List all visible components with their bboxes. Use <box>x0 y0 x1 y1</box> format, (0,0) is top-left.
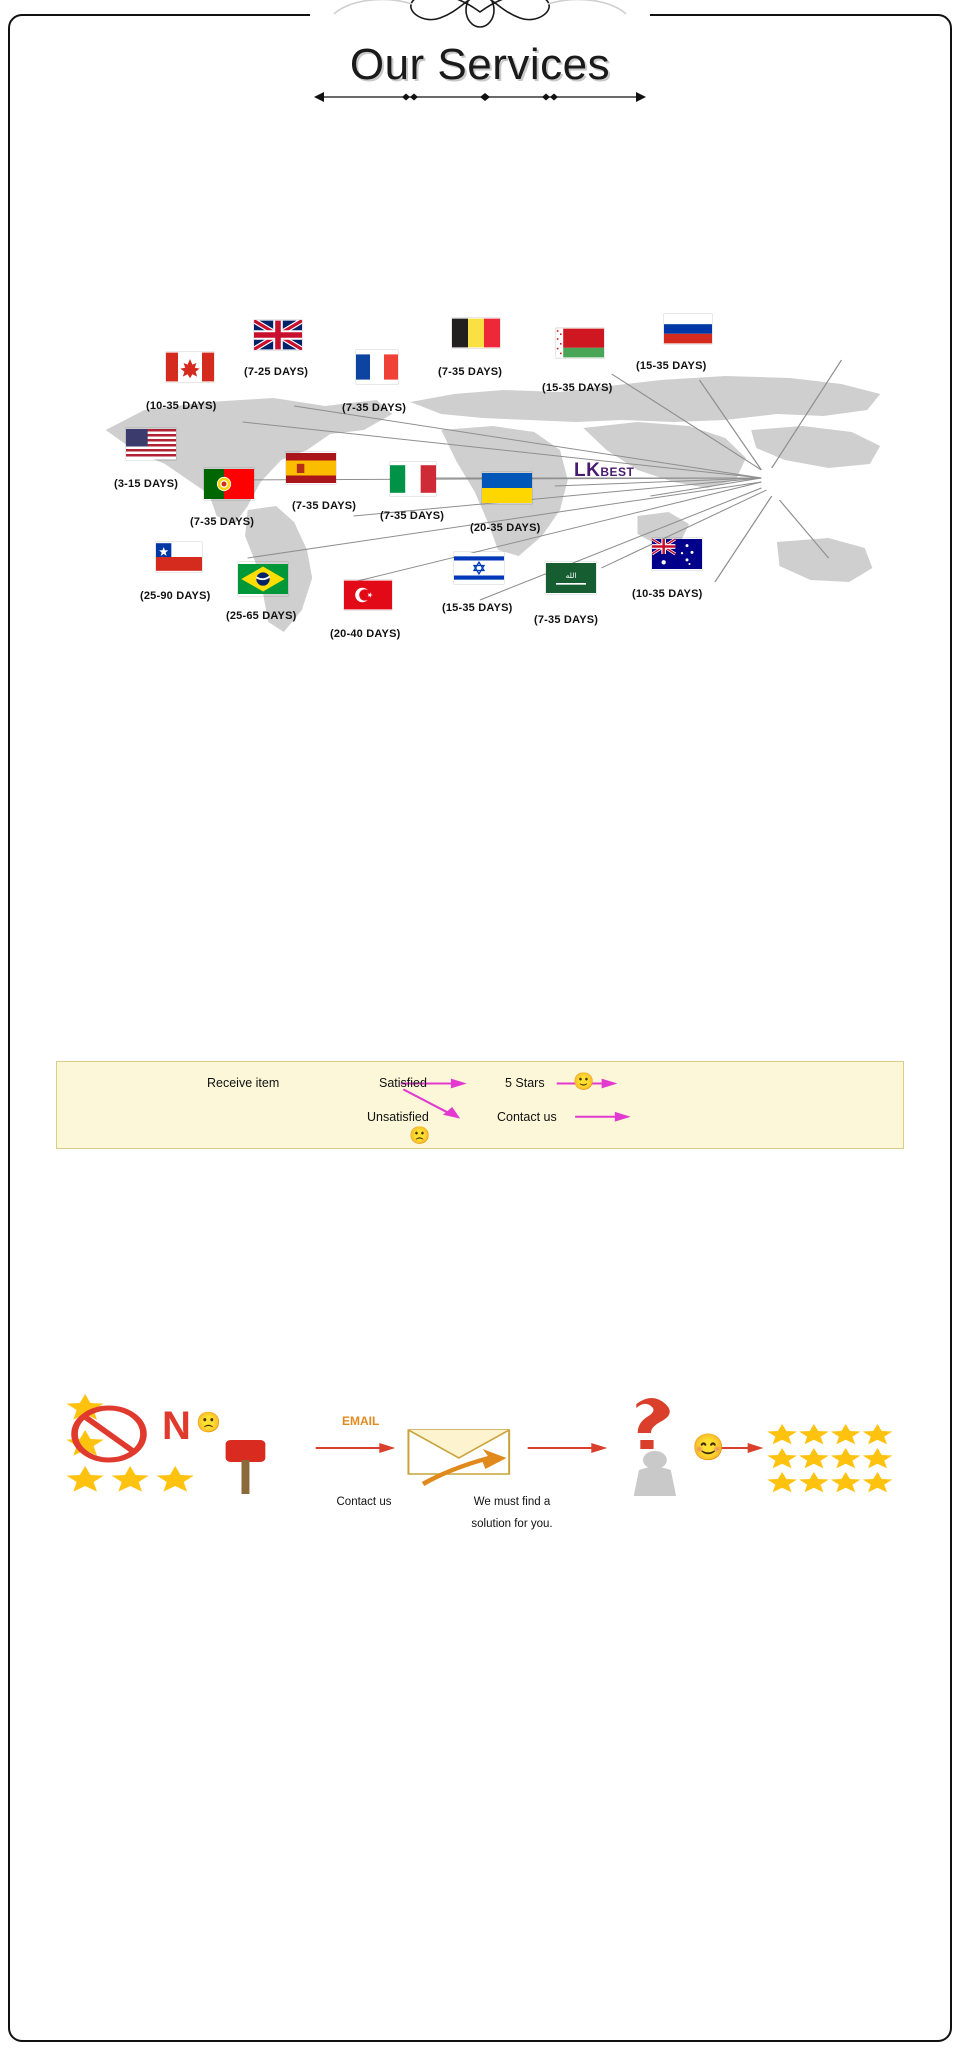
flag-brazil <box>238 562 288 596</box>
flow-contact-us: Contact us <box>497 1109 557 1124</box>
brand-logo-best: BEST <box>600 465 635 480</box>
flag-usa <box>126 428 176 460</box>
flag-belgium <box>452 318 500 348</box>
no-label: N <box>162 1404 191 1449</box>
delivery-days-brazil: (25-65 DAYS) <box>226 610 297 623</box>
brand-logo: LKBEST <box>574 460 634 482</box>
delivery-days-portugal: (7-35 DAYS) <box>190 516 255 529</box>
delivery-days-turkey: (20-40 DAYS) <box>330 628 401 641</box>
flag-ukraine <box>482 472 532 504</box>
flag-spain <box>286 452 336 484</box>
page-header: Our Services <box>0 0 960 104</box>
flag-chile <box>156 542 202 572</box>
delivery-days-australia: (10-35 DAYS) <box>632 588 703 601</box>
stop-sign-label: STOP <box>189 1443 217 1455</box>
flag-australia <box>651 537 702 570</box>
sad-face-icon: 🙁 <box>196 1412 221 1435</box>
flag-portugal <box>204 468 254 500</box>
flow-receive-item: Receive item <box>207 1075 280 1090</box>
delivery-days-saudi-arabia: (7-35 DAYS) <box>534 614 599 627</box>
unsatisfied-flow-diagram: N 🙁 STOP EMAIL Contact us We must find a… <box>56 1386 904 1536</box>
delivery-days-italy: (7-35 DAYS) <box>380 510 445 523</box>
shipping-world-map: LKBEST (7-25 DAYS) (10-35 DAYS) (7-35 DA… <box>54 310 906 668</box>
delivery-days-france: (7-35 DAYS) <box>342 402 407 415</box>
flag-russia <box>664 314 712 344</box>
flag-belarus <box>556 328 604 358</box>
flow-happy-face-icon: 🙂 <box>573 1071 595 1091</box>
flow-satisfied: Satisfied <box>379 1075 427 1090</box>
flag-canada <box>166 352 214 382</box>
delivery-days-israel: (15-35 DAYS) <box>442 602 513 615</box>
big-smiley-icon: 😊 <box>692 1432 725 1463</box>
contact-us-caption: Contact us <box>336 1496 392 1509</box>
email-label: EMAIL <box>342 1414 380 1429</box>
flow-unsatisfied: Unsatisfied <box>367 1109 429 1124</box>
feedback-flow-diagram: Receive item Satisfied 5 Stars 🙂 Unsatis… <box>56 1060 904 1149</box>
delivery-days-uk: (7-25 DAYS) <box>244 366 309 379</box>
flow-sad-face-icon: 🙁 <box>409 1125 431 1145</box>
solution-caption-line2: solution for you. <box>471 1518 553 1531</box>
delivery-days-belarus: (15-35 DAYS) <box>542 382 613 395</box>
flow-five-stars: 5 Stars <box>505 1075 545 1090</box>
delivery-days-chile: (25-90 DAYS) <box>140 590 211 603</box>
brand-logo-lk: LK <box>574 460 601 482</box>
title-divider-icon <box>0 90 960 104</box>
delivery-days-usa: (3-15 DAYS) <box>114 478 179 491</box>
flag-italy <box>390 462 436 496</box>
flag-saudi-arabia: الله <box>546 562 596 594</box>
svg-text:الله: الله <box>566 571 577 580</box>
flag-turkey <box>344 580 392 610</box>
solution-caption-line1: We must find a <box>473 1496 551 1509</box>
delivery-days-ukraine: (20-35 DAYS) <box>470 522 541 535</box>
flag-uk <box>252 318 304 352</box>
flag-france <box>356 350 398 384</box>
delivery-days-spain: (7-35 DAYS) <box>292 500 357 513</box>
flag-israel <box>454 552 504 584</box>
delivery-days-russia: (15-35 DAYS) <box>636 360 707 373</box>
page-title: Our Services <box>349 40 611 89</box>
ornament-flourish-icon <box>0 0 960 40</box>
delivery-days-canada: (10-35 DAYS) <box>146 400 217 413</box>
delivery-days-belgium: (7-35 DAYS) <box>438 366 503 379</box>
